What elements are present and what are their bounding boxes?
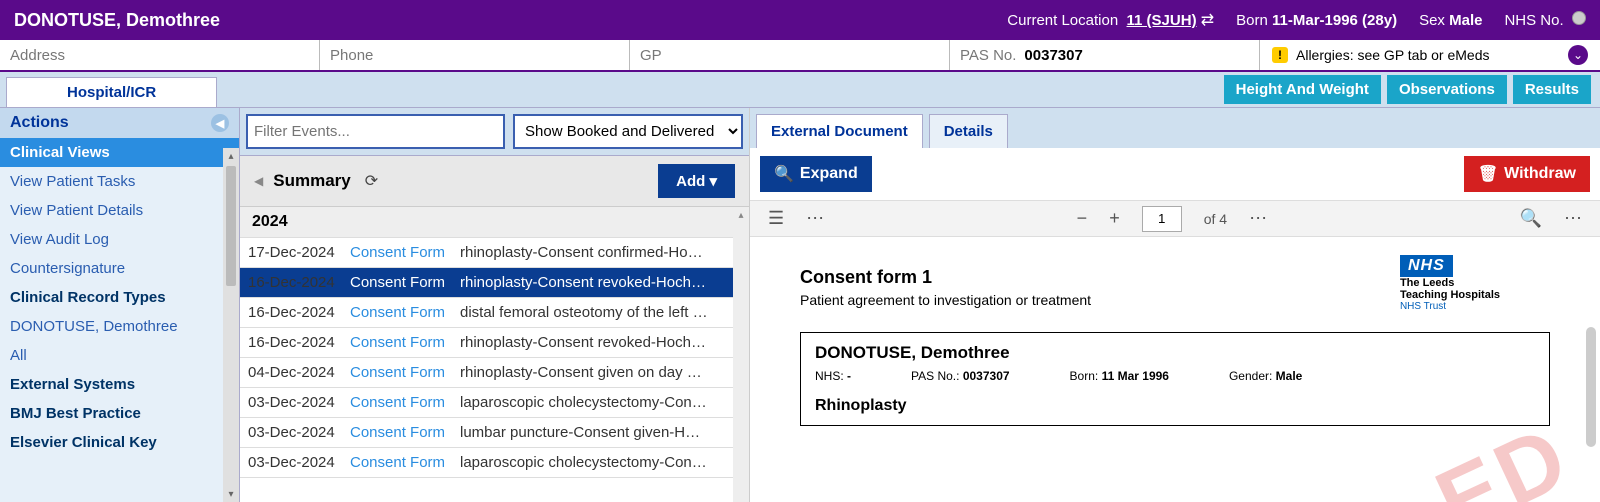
collapse-icon[interactable]: ◀ xyxy=(211,114,229,132)
trash-icon: 🗑 xyxy=(1478,164,1498,184)
sidebar-item[interactable]: BMJ Best Practice xyxy=(0,399,239,428)
summary-header: ◀ Summary ⟳ Add ▾ xyxy=(240,156,749,207)
nhs-logo: NHS The LeedsTeaching Hospitals NHS Trus… xyxy=(1400,255,1500,312)
event-row[interactable]: 17-Dec-2024Consent Formrhinoplasty-Conse… xyxy=(240,238,733,268)
sidebar-item[interactable]: All xyxy=(0,341,239,370)
address-field: Address xyxy=(0,40,320,70)
scroll-up-icon[interactable]: ▴ xyxy=(223,148,239,164)
more-icon[interactable]: ⋯ xyxy=(806,208,824,229)
page-total: of 4 xyxy=(1204,211,1227,227)
scroll-down-icon[interactable]: ▾ xyxy=(223,486,239,502)
refresh-icon[interactable]: ⟳ xyxy=(365,171,378,191)
events-column: Show Booked and Delivered ◀ Summary ⟳ Ad… xyxy=(240,108,750,502)
sidebar-item[interactable]: Countersignature xyxy=(0,254,239,283)
sidebar-item[interactable]: Elsevier Clinical Key xyxy=(0,428,239,457)
pdf-page: Consent form 1 Patient agreement to inve… xyxy=(790,257,1560,436)
banner-right: Current Location 11 (SJUH) ⇄ Born 11-Mar… xyxy=(1007,10,1586,30)
sidebar-item[interactable]: External Systems xyxy=(0,370,239,399)
document-tabs: External Document Details xyxy=(750,108,1600,148)
context-row: Hospital/ICR Height And Weight Observati… xyxy=(0,72,1600,108)
sidebar-scrollbar[interactable]: ▴ ▾ xyxy=(223,148,239,502)
event-row[interactable]: 16-Dec-2024Consent Formrhinoplasty-Conse… xyxy=(240,328,733,358)
warning-icon: ! xyxy=(1272,47,1288,63)
filter-row: Show Booked and Delivered xyxy=(240,108,749,156)
filter-events-input[interactable] xyxy=(246,114,505,149)
events-scrollbar[interactable]: ▴ xyxy=(733,207,749,502)
pas-field: PAS No.0037307 xyxy=(950,40,1260,70)
tab-external-document[interactable]: External Document xyxy=(756,114,923,148)
sidebar-item[interactable]: Clinical Record Types xyxy=(0,283,239,312)
add-button[interactable]: Add ▾ xyxy=(658,164,735,198)
show-filter-select[interactable]: Show Booked and Delivered xyxy=(513,114,743,149)
zoom-in-icon[interactable]: + xyxy=(1109,208,1120,229)
withdraw-button[interactable]: 🗑Withdraw xyxy=(1464,156,1590,192)
search-icon[interactable]: 🔍 xyxy=(1520,208,1542,229)
gp-field: GP xyxy=(630,40,950,70)
event-row[interactable]: 03-Dec-2024Consent Formlaparoscopic chol… xyxy=(240,388,733,418)
sidebar-item[interactable]: View Patient Details xyxy=(0,196,239,225)
chevron-down-icon[interactable]: ⌄ xyxy=(1568,45,1588,65)
sidebar-item[interactable]: View Audit Log xyxy=(0,225,239,254)
more-icon-2[interactable]: ⋯ xyxy=(1249,208,1267,229)
height-weight-button[interactable]: Height And Weight xyxy=(1224,75,1381,104)
current-location[interactable]: 11 (SJUH) xyxy=(1127,12,1197,29)
overflow-icon[interactable]: ⋯ xyxy=(1564,208,1582,229)
demographics-row: Address Phone GP PAS No.0037307 ! Allerg… xyxy=(0,40,1600,72)
tab-hospital-icr[interactable]: Hospital/ICR xyxy=(6,77,217,107)
patient-banner: DONOTUSE, Demothree Current Location 11 … xyxy=(0,0,1600,40)
patient-details-box: DONOTUSE, Demothree NHS: - PAS No.: 0037… xyxy=(800,332,1550,426)
zoom-out-icon[interactable]: − xyxy=(1077,208,1088,229)
doc-actions-row: 🔍Expand 🗑Withdraw xyxy=(750,148,1600,201)
list-icon[interactable]: ☰ xyxy=(768,208,784,229)
event-row[interactable]: 03-Dec-2024Consent Formlumbar puncture-C… xyxy=(240,418,733,448)
nhs-indicator-icon xyxy=(1572,11,1586,25)
expand-button[interactable]: 🔍Expand xyxy=(760,156,872,192)
event-row[interactable]: 16-Dec-2024Consent Formdistal femoral os… xyxy=(240,298,733,328)
observations-button[interactable]: Observations xyxy=(1387,75,1507,104)
document-pane: External Document Details 🔍Expand 🗑Withd… xyxy=(750,108,1600,502)
tab-details[interactable]: Details xyxy=(929,114,1008,148)
event-row[interactable]: 03-Dec-2024Consent Formlaparoscopic chol… xyxy=(240,448,733,478)
zoom-icon: 🔍 xyxy=(774,164,794,184)
sidebar-item[interactable]: DONOTUSE, Demothree xyxy=(0,312,239,341)
sidebar-item[interactable]: Clinical Views› xyxy=(0,138,239,167)
results-button[interactable]: Results xyxy=(1513,75,1591,104)
sidebar: Actions ◀ Clinical Views›View Patient Ta… xyxy=(0,108,240,502)
sidebar-item[interactable]: View Patient Tasks xyxy=(0,167,239,196)
swap-icon[interactable]: ⇄ xyxy=(1201,12,1214,29)
main-area: Actions ◀ Clinical Views›View Patient Ta… xyxy=(0,108,1600,502)
procedure-name: Rhinoplasty xyxy=(815,397,1535,415)
collapse-left-icon[interactable]: ◀ xyxy=(254,174,263,188)
phone-field: Phone xyxy=(320,40,630,70)
event-row[interactable]: 04-Dec-2024Consent Formrhinoplasty-Conse… xyxy=(240,358,733,388)
pdf-toolbar: ☰ ⋯ − + of 4 ⋯ 🔍 ⋯ xyxy=(750,201,1600,237)
page-number-input[interactable] xyxy=(1142,206,1182,232)
year-header: 2024 xyxy=(240,207,733,238)
pdf-scrollbar[interactable] xyxy=(1586,327,1596,447)
event-row[interactable]: 16-Dec-2024Consent Formrhinoplasty-Conse… xyxy=(240,268,733,298)
allergy-banner[interactable]: ! Allergies: see GP tab or eMeds ⌄ xyxy=(1260,40,1600,70)
actions-header[interactable]: Actions ◀ xyxy=(0,108,239,138)
pdf-viewer[interactable]: Consent form 1 Patient agreement to inve… xyxy=(750,237,1600,502)
patient-name: DONOTUSE, Demothree xyxy=(14,10,220,31)
